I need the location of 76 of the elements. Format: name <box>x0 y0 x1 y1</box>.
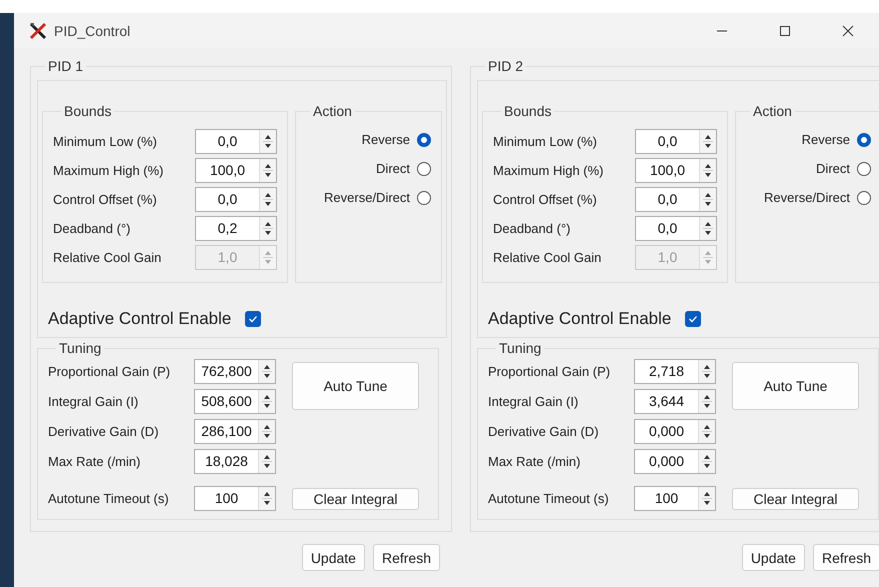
field-label: Derivative Gain (D) <box>48 424 159 438</box>
number-spinner[interactable]: 0,000 <box>634 418 716 444</box>
group-title: Action <box>312 103 353 119</box>
close-icon <box>842 24 854 36</box>
field-label: Maximum High (%) <box>493 163 604 178</box>
field-label: Deadband (°) <box>53 221 130 236</box>
number-spinner[interactable]: 0,0 <box>635 216 717 241</box>
clear-integral-button[interactable]: Clear Integral <box>732 488 859 510</box>
dialog-button[interactable]: Refresh <box>372 544 440 571</box>
checkbox[interactable] <box>245 311 262 327</box>
number-spinner[interactable]: 0,000 <box>634 448 716 474</box>
radio-button[interactable] <box>857 132 871 146</box>
field-label: Control Offset (%) <box>53 192 157 207</box>
field-label: Minimum Low (%) <box>493 134 598 149</box>
field-label: Minimum Low (%) <box>53 134 158 149</box>
group-title: PID 2 <box>487 58 524 74</box>
number-spinner[interactable]: 2,718 <box>634 358 716 384</box>
field-label: Autotune Timeout (s) <box>48 491 169 506</box>
number-spinner[interactable]: 100 <box>634 486 716 511</box>
field-label: Max Rate (/min) <box>48 454 140 468</box>
group-title: Bounds <box>63 103 112 119</box>
field-label: Relative Cool Gain <box>493 250 602 265</box>
field-label: Maximum High (%) <box>53 163 164 178</box>
number-spinner[interactable]: 508,600 <box>194 388 276 414</box>
field-label: Derivative Gain (D) <box>488 424 599 438</box>
radio-label: Reverse <box>362 132 410 147</box>
number-spinner[interactable]: 0,0 <box>195 129 277 154</box>
auto-tune-button[interactable]: Auto Tune <box>292 362 419 410</box>
maximize-icon <box>778 24 790 36</box>
field-label: Autotune Timeout (s) <box>488 491 609 506</box>
group-title: Tuning <box>498 340 542 356</box>
number-spinner[interactable]: 100 <box>194 486 276 511</box>
checkmark-icon <box>688 314 698 324</box>
dialog-button[interactable]: Refresh <box>812 544 879 571</box>
number-spinner[interactable]: 100,0 <box>635 158 717 183</box>
number-spinner[interactable]: 3,644 <box>634 388 716 414</box>
field-label: Integral Gain (I) <box>48 394 138 408</box>
window-title: PID_Control <box>54 22 130 38</box>
radio-button[interactable] <box>857 162 871 176</box>
number-spinner[interactable]: 0,2 <box>195 216 277 241</box>
number-spinner[interactable]: 18,028 <box>194 448 276 474</box>
radio-label: Direct <box>816 161 850 176</box>
number-spinner[interactable]: 762,800 <box>194 358 276 384</box>
field-label: Integral Gain (I) <box>488 394 578 408</box>
group-title: Tuning <box>58 340 102 356</box>
radio-label: Reverse/Direct <box>324 190 410 205</box>
radio-button[interactable] <box>417 162 431 176</box>
radio-button[interactable] <box>417 190 431 204</box>
radio-label: Reverse/Direct <box>764 190 850 205</box>
checkbox[interactable] <box>685 311 702 327</box>
field-label: Control Offset (%) <box>493 192 597 207</box>
field-label: Proportional Gain (P) <box>48 364 170 378</box>
field-label: Deadband (°) <box>493 221 570 236</box>
field-label: Proportional Gain (P) <box>488 364 610 378</box>
number-spinner[interactable]: 0,0 <box>635 187 717 212</box>
checkbox-label: Adaptive Control Enable <box>488 309 672 329</box>
auto-tune-button[interactable]: Auto Tune <box>732 362 859 410</box>
clear-integral-button[interactable]: Clear Integral <box>292 488 419 510</box>
number-spinner[interactable]: 286,100 <box>194 418 276 444</box>
checkbox-label: Adaptive Control Enable <box>48 309 232 329</box>
radio-button[interactable] <box>417 132 431 146</box>
dialog-button[interactable]: Update <box>302 544 365 571</box>
group-title: Action <box>752 103 793 119</box>
group-title: Bounds <box>503 103 552 119</box>
tools-icon <box>28 20 48 40</box>
checkmark-icon <box>248 314 258 324</box>
number-spinner[interactable]: 0,0 <box>635 129 717 154</box>
group-title: PID 1 <box>47 58 84 74</box>
field-label: Relative Cool Gain <box>53 250 162 265</box>
dialog-button[interactable]: Update <box>742 544 805 571</box>
number-spinner[interactable]: 0,0 <box>195 187 277 212</box>
radio-button[interactable] <box>857 190 871 204</box>
field-label: Max Rate (/min) <box>488 454 580 468</box>
radio-label: Direct <box>376 161 410 176</box>
number-spinner[interactable]: 100,0 <box>195 158 277 183</box>
radio-label: Reverse <box>802 132 850 147</box>
